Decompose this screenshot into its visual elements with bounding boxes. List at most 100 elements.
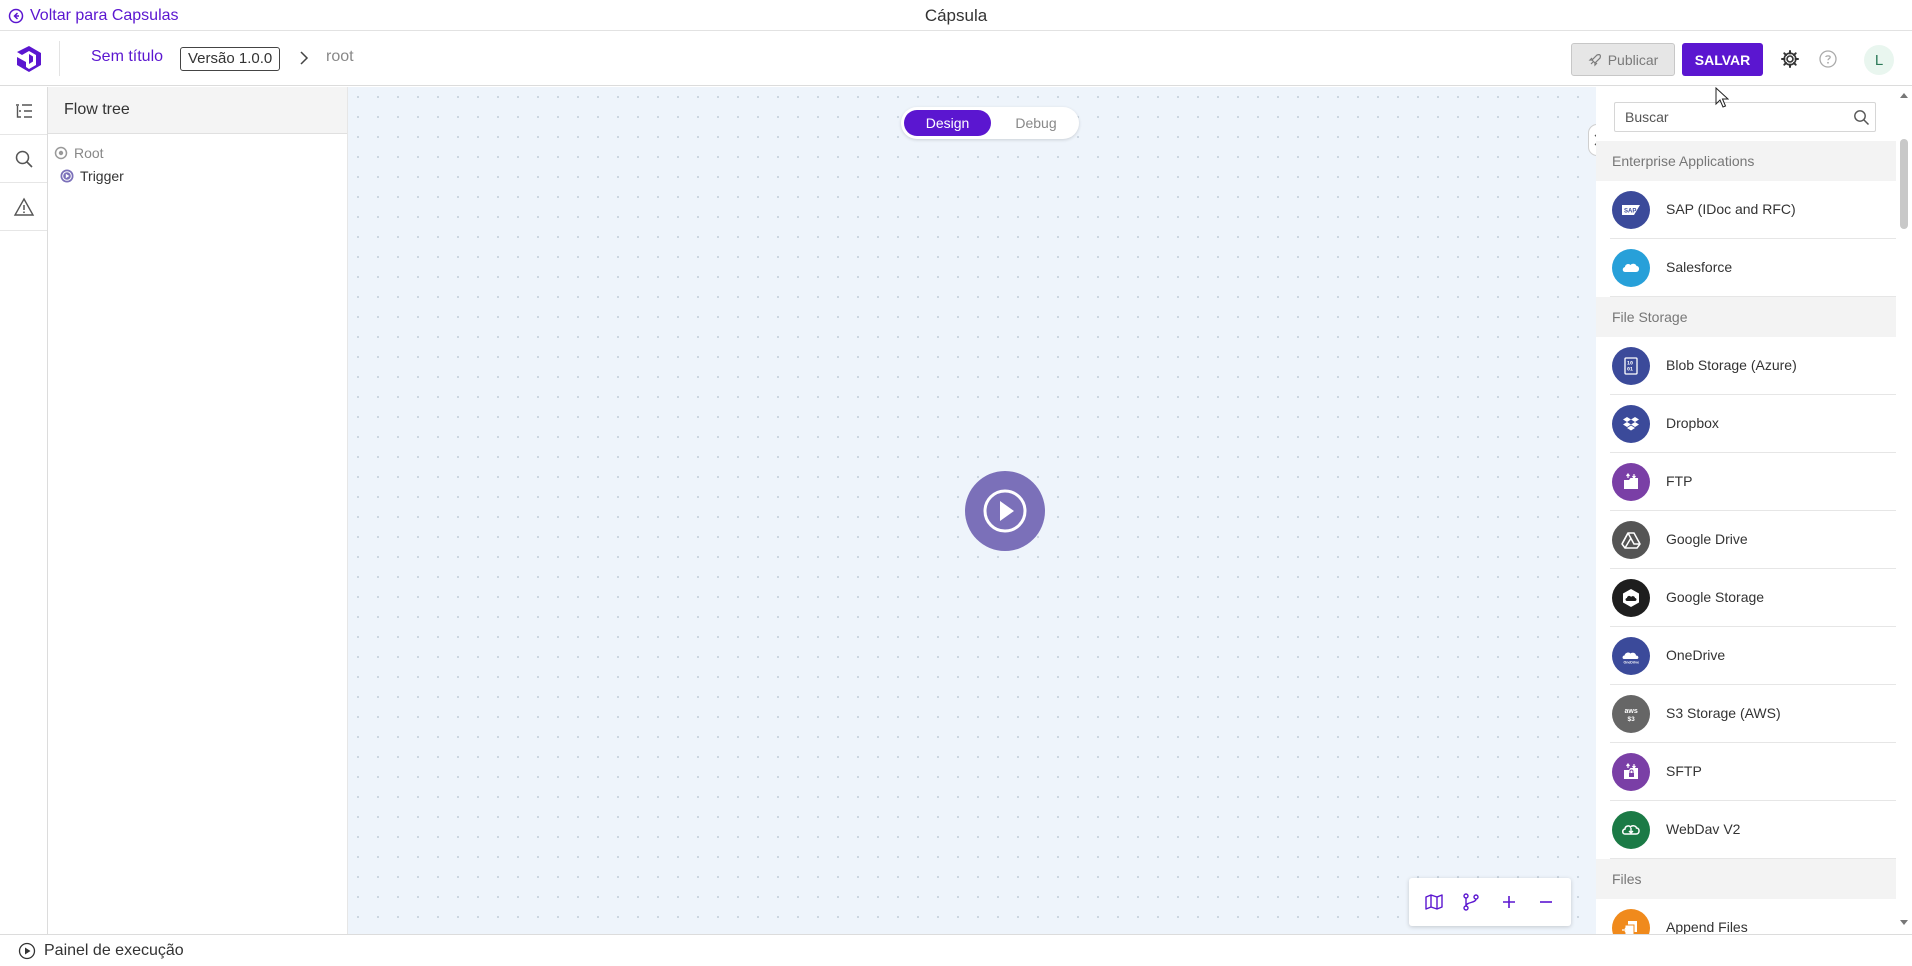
connector-item-blob-storage[interactable]: 10 01 Blob Storage (Azure) [1610, 337, 1896, 395]
connector-item-google-drive[interactable]: Google Drive [1610, 511, 1896, 569]
rail-warnings-button[interactable] [0, 183, 47, 231]
connector-item-sftp[interactable]: SFTP [1610, 743, 1896, 801]
app-header: Sem título Versão 1.0.0 root Publicar SA… [0, 31, 1912, 86]
tree-node-root[interactable]: Root [54, 145, 104, 161]
connector-label: Blob Storage (Azure) [1666, 357, 1797, 373]
connector-item-aws-s3[interactable]: aws $3 S3 Storage (AWS) [1610, 685, 1896, 743]
connector-item-append-files[interactable]: Append Files [1610, 899, 1896, 934]
status-footer: Painel de execução [0, 934, 1912, 966]
connector-item-onedrive[interactable]: OneDrive OneDrive [1610, 627, 1896, 685]
trigger-node[interactable] [965, 471, 1045, 551]
category-header: File Storage [1596, 297, 1896, 337]
window-title: Cápsula [924, 6, 988, 25]
connector-label: FTP [1666, 473, 1693, 489]
connector-label: S3 Storage (AWS) [1666, 705, 1781, 721]
connector-label: SAP (IDoc and RFC) [1666, 201, 1796, 217]
blob-storage-icon: 10 01 [1612, 347, 1650, 385]
search-icon [15, 150, 33, 168]
flow-tree-title: Flow tree [48, 87, 347, 134]
play-circle-icon [18, 942, 36, 960]
mode-debug-button[interactable]: Debug [996, 110, 1076, 136]
save-button[interactable]: SALVAR [1682, 43, 1763, 76]
connector-label: Google Drive [1666, 531, 1748, 547]
left-tool-rail [0, 87, 48, 934]
mouse-pointer-icon [1715, 87, 1729, 108]
publish-button[interactable]: Publicar [1571, 43, 1675, 76]
map-icon [1425, 894, 1443, 910]
svg-text:aws: aws [1625, 708, 1638, 715]
tree-node-label: Root [74, 145, 104, 161]
execution-panel-label: Painel de execução [44, 942, 184, 959]
minimap-button[interactable] [1419, 887, 1449, 917]
svg-text:SAP: SAP [1624, 209, 1636, 215]
append-files-icon [1612, 909, 1650, 934]
connector-label: Salesforce [1666, 259, 1733, 275]
connector-list: Enterprise Applications SAP SAP (IDoc an… [1596, 141, 1896, 934]
connector-label: Dropbox [1666, 415, 1719, 431]
connector-item-google-storage[interactable]: Google Storage [1610, 569, 1896, 627]
connector-search [1614, 102, 1876, 132]
gear-icon[interactable] [1779, 48, 1801, 70]
tree-list-icon [15, 103, 32, 118]
connector-item-sap[interactable]: SAP SAP (IDoc and RFC) [1610, 181, 1896, 239]
version-badge[interactable]: Versão 1.0.0 [180, 47, 281, 71]
document-title[interactable]: Sem título [91, 48, 163, 66]
app-logo-icon [17, 46, 41, 72]
scrollbar-thumb[interactable] [1900, 139, 1908, 229]
publish-label: Publicar [1607, 51, 1659, 68]
root-node-icon [54, 146, 68, 160]
webdav-icon [1612, 811, 1650, 849]
tree-node-label: Trigger [80, 168, 124, 184]
minus-icon [1540, 901, 1553, 903]
breadcrumb-root[interactable]: root [326, 48, 354, 66]
flow-canvas[interactable]: Design Debug [348, 87, 1606, 934]
header-divider [59, 41, 60, 76]
zoom-out-button[interactable] [1531, 887, 1561, 917]
dropbox-icon [1612, 405, 1650, 443]
sftp-icon [1612, 753, 1650, 791]
rail-flow-tree-button[interactable] [0, 87, 47, 135]
mode-design-button[interactable]: Design [904, 110, 991, 136]
branch-layout-button[interactable] [1456, 887, 1486, 917]
help-circle-icon[interactable] [1818, 49, 1838, 69]
ftp-icon [1612, 463, 1650, 501]
connector-item-webdav[interactable]: WebDav V2 [1610, 801, 1896, 859]
google-drive-icon [1612, 521, 1650, 559]
sap-icon: SAP [1612, 191, 1650, 229]
category-header: Files [1596, 859, 1896, 899]
canvas-toolbar [1409, 878, 1571, 926]
user-avatar[interactable]: L [1864, 45, 1894, 75]
connector-search-input[interactable] [1615, 103, 1845, 131]
svg-text:01: 01 [1627, 367, 1633, 373]
google-storage-icon [1612, 579, 1650, 617]
breadcrumb-chevron-right-icon [300, 51, 309, 65]
connector-label: Append Files [1666, 919, 1748, 934]
scroll-down-arrow-icon[interactable] [1899, 919, 1909, 927]
connector-item-salesforce[interactable]: Salesforce [1610, 239, 1896, 297]
connector-label: Google Storage [1666, 589, 1765, 605]
trigger-play-icon [60, 169, 74, 183]
connector-label: OneDrive [1666, 647, 1726, 663]
zoom-in-button[interactable] [1494, 887, 1524, 917]
rocket-icon [1588, 53, 1601, 66]
svg-text:$3: $3 [1628, 716, 1636, 723]
salesforce-cloud-icon [1612, 249, 1650, 287]
category-header: Enterprise Applications [1596, 141, 1896, 181]
warning-triangle-icon [13, 197, 34, 216]
connector-scrollbar[interactable] [1896, 87, 1912, 934]
connector-panel: Enterprise Applications SAP SAP (IDoc an… [1596, 87, 1912, 934]
execution-panel-toggle[interactable]: Painel de execução [18, 942, 184, 960]
connector-item-dropbox[interactable]: Dropbox [1610, 395, 1896, 453]
tree-node-trigger[interactable]: Trigger [60, 168, 124, 184]
git-branch-icon [1463, 893, 1479, 911]
rail-search-button[interactable] [0, 135, 47, 183]
design-debug-toggle: Design Debug [901, 107, 1079, 139]
window-titlebar: Voltar para Capsulas Cápsula [0, 0, 1912, 31]
flow-tree-panel: Flow tree Root Trigger [48, 87, 348, 934]
search-icon[interactable] [1853, 109, 1870, 126]
svg-text:OneDrive: OneDrive [1624, 661, 1640, 665]
play-circle-icon [983, 489, 1027, 533]
scroll-up-arrow-icon[interactable] [1899, 91, 1909, 99]
connector-item-ftp[interactable]: FTP [1610, 453, 1896, 511]
connector-label: WebDav V2 [1666, 821, 1741, 837]
